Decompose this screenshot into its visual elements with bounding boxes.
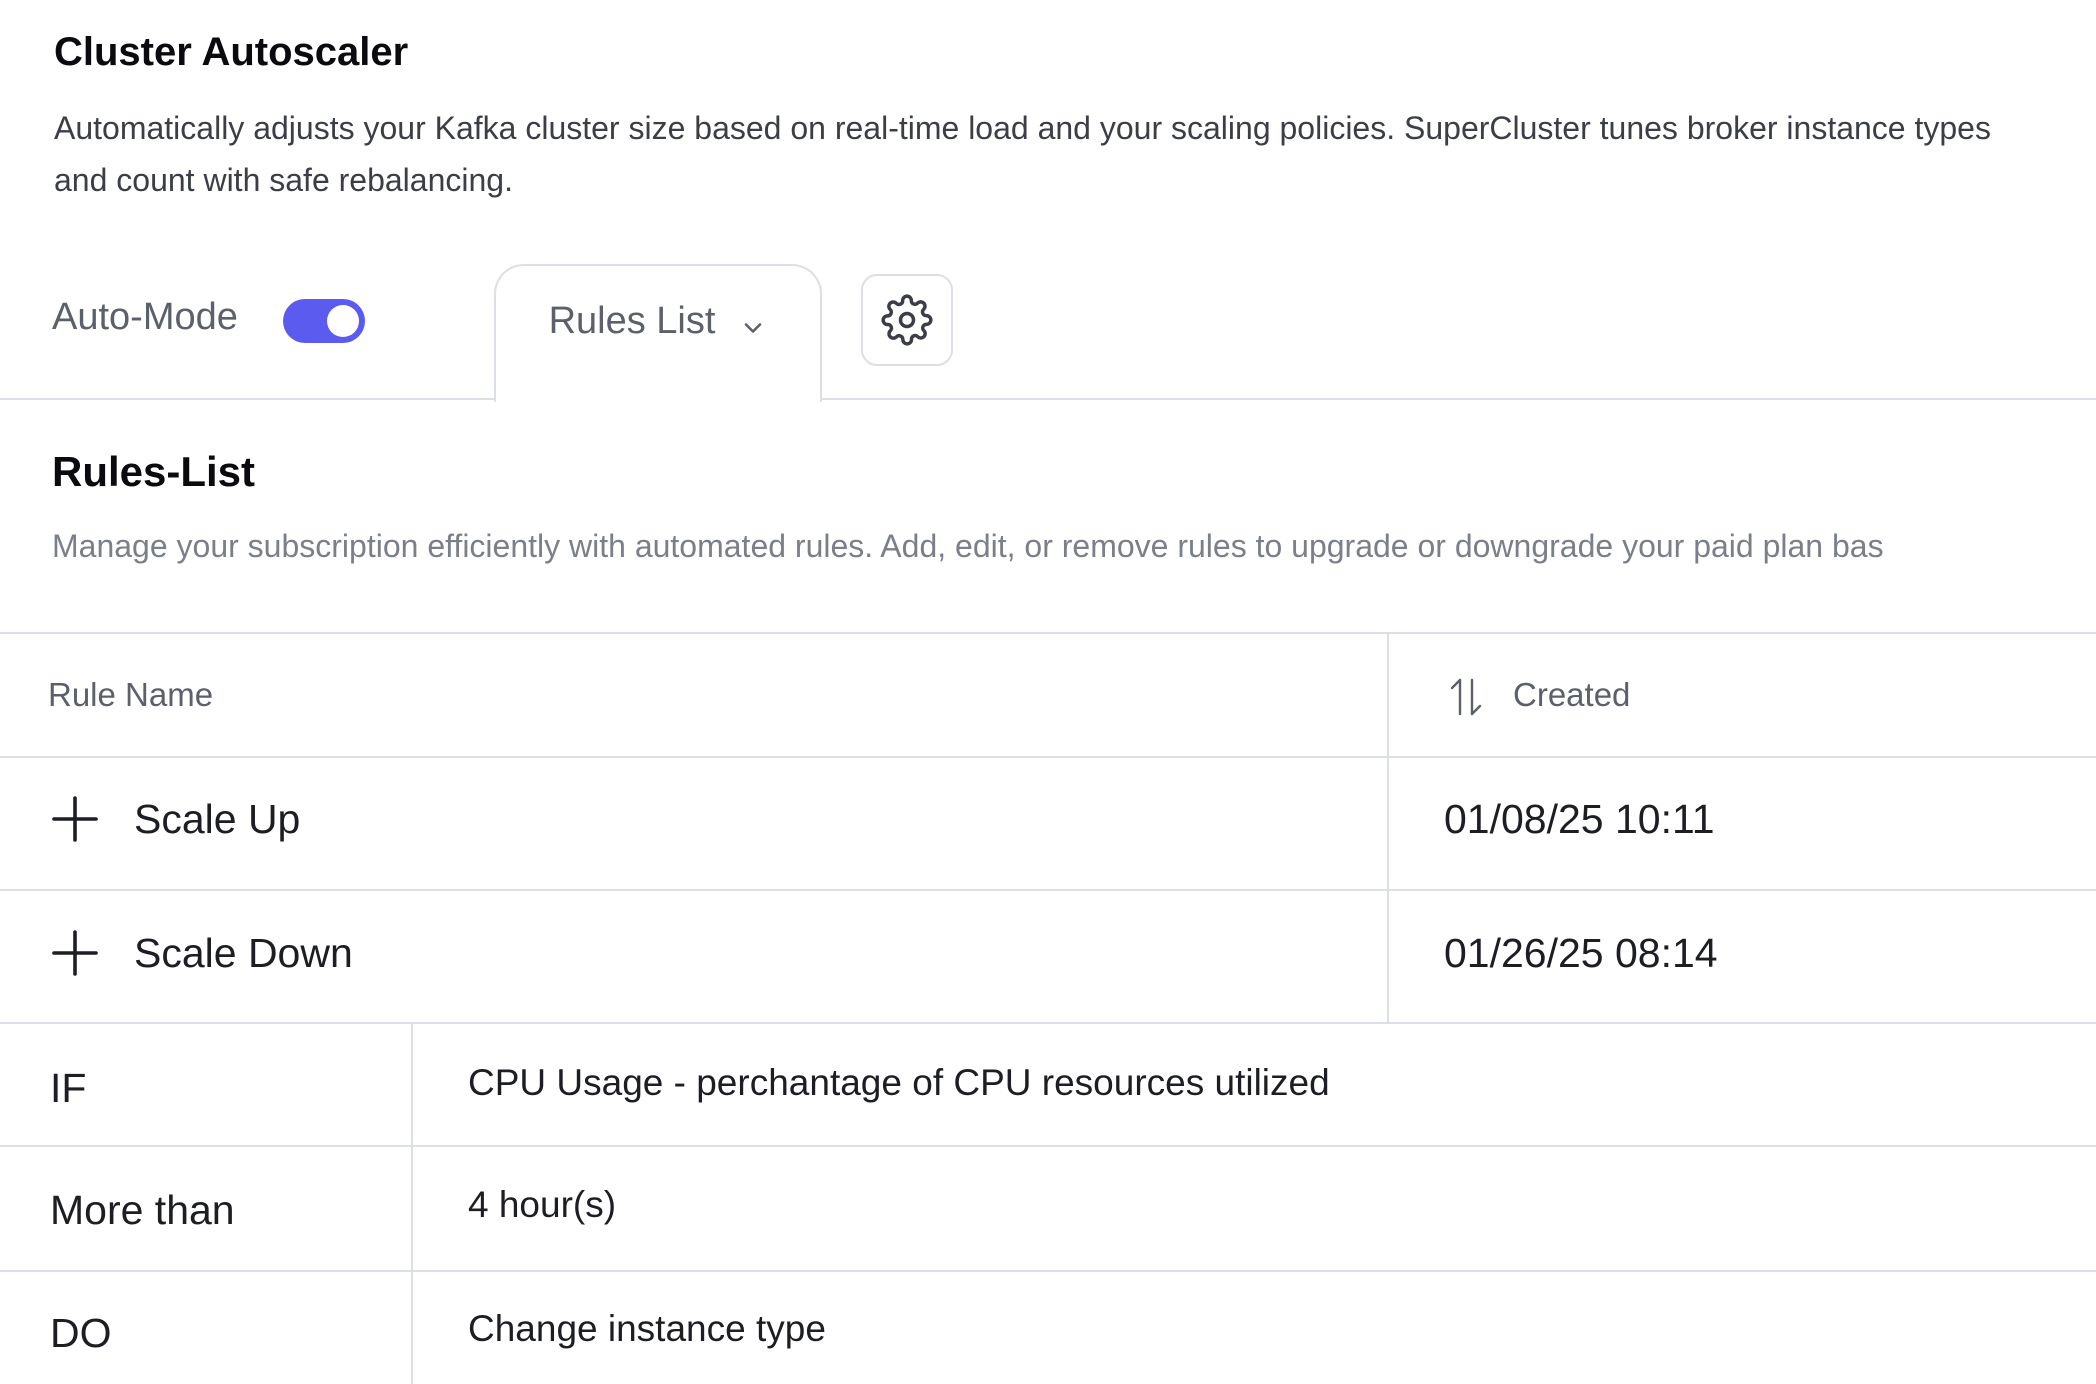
rule-created-date: 01/26/25 08:14 [1444,930,1718,976]
page-title: Cluster Autoscaler [54,30,409,74]
settings-button[interactable] [861,274,953,366]
duration-label: More than [50,1187,235,1233]
auto-mode-label: Auto-Mode [52,296,238,338]
chevron-down-icon [745,323,762,333]
detail-column-divider [411,1024,413,1384]
rule-created-date: 01/08/25 10:11 [1444,796,1715,842]
plus-icon[interactable] [50,928,100,978]
auto-mode-toggle[interactable] [283,299,365,343]
tab-rules-list[interactable]: Rules List [494,264,822,402]
column-header-created[interactable]: Created [1513,676,1630,714]
table-top-border [0,632,2096,634]
page-description: Automatically adjusts your Kafka cluster… [54,110,1991,198]
table-row-border [0,1022,2096,1024]
column-divider [1387,632,1389,1024]
rule-name[interactable]: Scale Up [134,796,300,843]
sort-icon[interactable] [1446,676,1486,718]
table-header-border [0,756,2096,758]
column-header-rule-name[interactable]: Rule Name [48,676,213,714]
toggle-knob [327,305,359,337]
section-title: Rules-List [52,448,256,495]
table-row-border [0,889,2096,891]
tab-rules-list-label: Rules List [548,300,716,342]
detail-row-border [0,1145,2096,1147]
tabs-divider [0,398,2096,400]
rule-name[interactable]: Scale Down [134,930,353,977]
condition-value: CPU Usage - perchantage of CPU resources… [468,1062,1330,1103]
condition-label: IF [50,1065,87,1111]
gear-icon [881,294,933,346]
action-label: DO [50,1310,112,1356]
action-value: Change instance type [468,1308,826,1349]
duration-value: 4 hour(s) [468,1184,617,1225]
cluster-autoscaler-page: Cluster Autoscaler Automatically adjusts… [0,0,2096,1384]
plus-icon[interactable] [50,794,100,844]
section-description: Manage your subscription efficiently wit… [52,528,1884,564]
detail-row-border [0,1270,2096,1272]
